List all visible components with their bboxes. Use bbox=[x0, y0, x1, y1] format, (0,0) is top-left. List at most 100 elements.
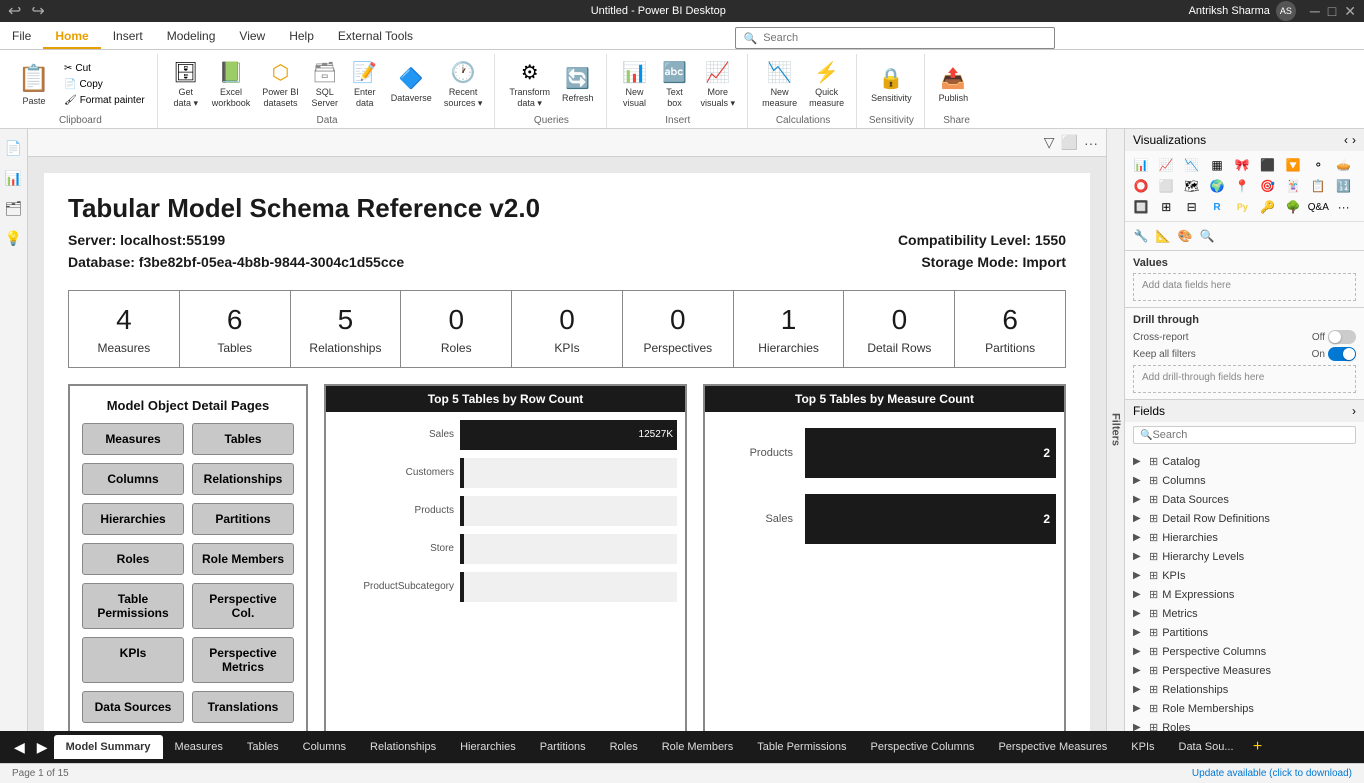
viz-waterfall-icon[interactable]: ⬛ bbox=[1258, 155, 1278, 175]
tab-modeling[interactable]: Modeling bbox=[155, 22, 228, 49]
viz-bar-chart-icon[interactable]: 📊 bbox=[1131, 155, 1151, 175]
viz-area-chart-icon[interactable]: 📉 bbox=[1182, 155, 1202, 175]
viz-card-icon[interactable]: 🃏 bbox=[1283, 176, 1303, 196]
maximize-button[interactable]: □ bbox=[1328, 3, 1336, 20]
get-data-button[interactable]: 🗄 Getdata ▾ bbox=[168, 58, 204, 111]
field-item-hierarchies[interactable]: ▶ ⊞ Hierarchies bbox=[1125, 528, 1364, 547]
viz-treemap-icon[interactable]: ⬜ bbox=[1156, 176, 1176, 196]
minimize-button[interactable]: ─ bbox=[1310, 3, 1320, 20]
tab-insert[interactable]: Insert bbox=[101, 22, 155, 49]
cut-button[interactable]: ✂ Cut bbox=[60, 61, 149, 76]
viz-line-chart-icon[interactable]: 📈 bbox=[1156, 155, 1176, 175]
viz-decomp-tree-icon[interactable]: 🌳 bbox=[1283, 197, 1303, 217]
build-visual-icon2[interactable]: 📐 bbox=[1153, 226, 1173, 246]
sql-server-button[interactable]: 🗃 SQLServer bbox=[307, 58, 343, 111]
viz-qa-icon[interactable]: Q&A bbox=[1308, 197, 1328, 217]
fields-search-input[interactable] bbox=[1152, 429, 1349, 441]
viz-matrix-icon[interactable]: ⊟ bbox=[1182, 197, 1202, 217]
tab-roles[interactable]: Roles bbox=[598, 735, 650, 759]
viz-key-influencers-icon[interactable]: 🔑 bbox=[1258, 197, 1278, 217]
tab-tables[interactable]: Tables bbox=[235, 735, 291, 759]
tab-table-permissions[interactable]: Table Permissions bbox=[745, 735, 858, 759]
viz-slicer-icon[interactable]: 🔲 bbox=[1131, 197, 1151, 217]
field-item-detail-row-defs[interactable]: ▶ ⊞ Detail Row Definitions bbox=[1125, 509, 1364, 528]
tables-btn[interactable]: Tables bbox=[192, 423, 294, 455]
dataverse-button[interactable]: 🔷 Dataverse bbox=[387, 64, 436, 106]
perspective-metrics-btn[interactable]: Perspective Metrics bbox=[192, 637, 294, 683]
cross-report-toggle[interactable]: Off bbox=[1312, 330, 1356, 344]
tab-data-sou[interactable]: Data Sou... bbox=[1167, 735, 1246, 759]
more-options-icon[interactable]: ··· bbox=[1084, 135, 1098, 151]
viz-scatter-icon[interactable]: ⚬ bbox=[1308, 155, 1328, 175]
field-item-perspective-measures[interactable]: ▶ ⊞ Perspective Measures bbox=[1125, 661, 1364, 680]
hierarchies-btn[interactable]: Hierarchies bbox=[82, 503, 184, 535]
field-item-perspective-columns[interactable]: ▶ ⊞ Perspective Columns bbox=[1125, 642, 1364, 661]
viz-multirow-card-icon[interactable]: 📋 bbox=[1308, 176, 1328, 196]
field-item-roles[interactable]: ▶ ⊞ Roles bbox=[1125, 718, 1364, 731]
keep-filters-toggle-track[interactable] bbox=[1328, 347, 1356, 361]
tab-measures[interactable]: Measures bbox=[163, 735, 235, 759]
fields-header[interactable]: Fields › bbox=[1125, 400, 1364, 422]
data-sources-btn[interactable]: Data Sources bbox=[82, 691, 184, 723]
viz-gauge-icon[interactable]: 🎯 bbox=[1258, 176, 1278, 196]
focus-mode-icon[interactable]: ⬜ bbox=[1061, 134, 1078, 151]
field-item-columns[interactable]: ▶ ⊞ Columns bbox=[1125, 471, 1364, 490]
translations-btn[interactable]: Translations bbox=[192, 691, 294, 723]
perspective-col-btn[interactable]: Perspective Col. bbox=[192, 583, 294, 629]
update-available[interactable]: Update available (click to download) bbox=[1192, 768, 1352, 779]
tab-model-summary[interactable]: Model Summary bbox=[54, 735, 163, 759]
viz-azure-map-icon[interactable]: 📍 bbox=[1232, 176, 1252, 196]
viz-funnel-icon[interactable]: 🔽 bbox=[1283, 155, 1303, 175]
refresh-button[interactable]: 🔄 Refresh bbox=[558, 64, 598, 106]
paste-button[interactable]: 📋 Paste bbox=[12, 57, 56, 113]
field-item-catalog[interactable]: ▶ ⊞ Catalog bbox=[1125, 452, 1364, 471]
next-page-button[interactable]: ▶ bbox=[31, 739, 54, 756]
tab-file[interactable]: File bbox=[0, 22, 43, 49]
viz-r-script-icon[interactable]: R bbox=[1207, 197, 1227, 217]
format-painter-button[interactable]: 🖌 Format painter bbox=[60, 93, 149, 108]
add-data-fields-here[interactable]: Add data fields here bbox=[1133, 273, 1356, 301]
power-bi-datasets-button[interactable]: ⬡ Power BIdatasets bbox=[258, 58, 303, 111]
more-visuals-button[interactable]: 📈 Morevisuals ▾ bbox=[697, 58, 740, 111]
dax-query-icon[interactable]: 💡 bbox=[3, 227, 25, 249]
field-item-m-expressions[interactable]: ▶ ⊞ M Expressions bbox=[1125, 585, 1364, 604]
quick-measure-button[interactable]: ⚡ Quickmeasure bbox=[805, 58, 848, 111]
sensitivity-button[interactable]: 🔒 Sensitivity bbox=[867, 64, 916, 106]
build-visual-icon3[interactable]: 🎨 bbox=[1175, 226, 1195, 246]
visualizations-header[interactable]: Visualizations ‹ › bbox=[1125, 129, 1364, 151]
build-visual-icon4[interactable]: 🔍 bbox=[1197, 226, 1217, 246]
undo-icon[interactable]: ↩ bbox=[8, 1, 21, 21]
filter-icon[interactable]: ▽ bbox=[1044, 134, 1055, 151]
viz-expand-icon[interactable]: › bbox=[1352, 133, 1356, 147]
tab-partitions[interactable]: Partitions bbox=[528, 735, 598, 759]
field-item-partitions[interactable]: ▶ ⊞ Partitions bbox=[1125, 623, 1364, 642]
search-input[interactable] bbox=[763, 32, 1045, 44]
partitions-btn[interactable]: Partitions bbox=[192, 503, 294, 535]
model-view-icon[interactable]: 🗂 bbox=[3, 197, 25, 219]
add-drill-through-fields[interactable]: Add drill-through fields here bbox=[1133, 365, 1356, 393]
measures-btn[interactable]: Measures bbox=[82, 423, 184, 455]
fields-expand-icon[interactable]: › bbox=[1352, 404, 1356, 418]
viz-filled-map-icon[interactable]: 🌍 bbox=[1207, 176, 1227, 196]
enter-data-button[interactable]: 📝 Enterdata bbox=[347, 58, 383, 111]
viz-pie-icon[interactable]: 🥧 bbox=[1334, 155, 1354, 175]
new-visual-button[interactable]: 📊 Newvisual bbox=[617, 58, 653, 111]
roles-btn[interactable]: Roles bbox=[82, 543, 184, 575]
tab-columns[interactable]: Columns bbox=[291, 735, 358, 759]
tab-hierarchies[interactable]: Hierarchies bbox=[448, 735, 528, 759]
viz-python-icon[interactable]: Py bbox=[1232, 197, 1252, 217]
redo-icon[interactable]: ↪ bbox=[31, 1, 44, 21]
viz-map-icon[interactable]: 🗺 bbox=[1182, 176, 1202, 196]
transform-data-button[interactable]: ⚙ Transformdata ▾ bbox=[505, 58, 554, 111]
copy-button[interactable]: 📄 Copy bbox=[60, 77, 149, 92]
tab-perspective-measures[interactable]: Perspective Measures bbox=[986, 735, 1119, 759]
field-item-data-sources[interactable]: ▶ ⊞ Data Sources bbox=[1125, 490, 1364, 509]
tab-home[interactable]: Home bbox=[43, 22, 100, 49]
report-view-icon[interactable]: 📄 bbox=[3, 137, 25, 159]
publish-button[interactable]: 📤 Publish bbox=[935, 64, 973, 106]
text-box-button[interactable]: 🔤 Textbox bbox=[657, 58, 693, 111]
role-members-btn[interactable]: Role Members bbox=[192, 543, 294, 575]
viz-table-icon[interactable]: ⊞ bbox=[1156, 197, 1176, 217]
cross-report-toggle-track[interactable] bbox=[1328, 330, 1356, 344]
viz-ribbon-chart-icon[interactable]: 🎀 bbox=[1232, 155, 1252, 175]
